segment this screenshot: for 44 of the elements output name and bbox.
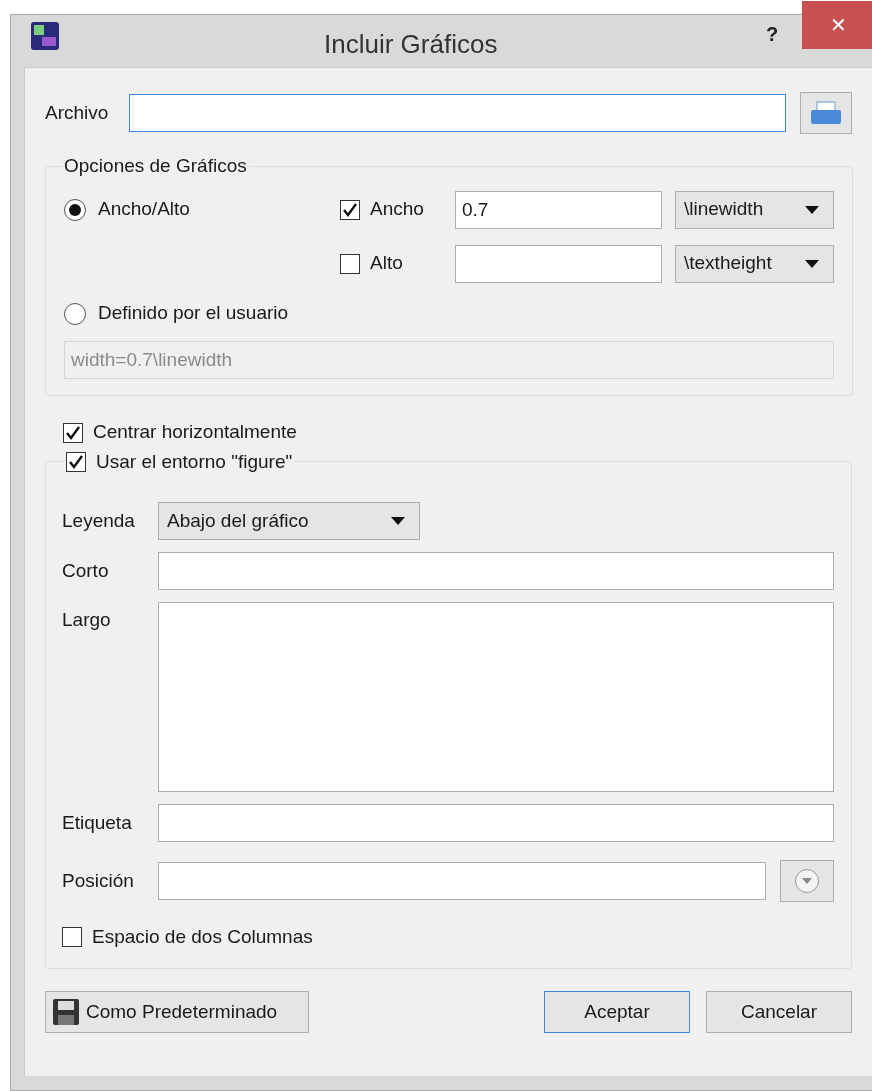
checkbox-label: Ancho	[370, 197, 424, 222]
checkbox[interactable]	[63, 422, 83, 443]
file-field[interactable]	[128, 94, 787, 132]
field-label: Leyenda	[62, 508, 136, 533]
down-circle-icon	[794, 868, 820, 894]
option-label: Definido por el usuario	[98, 301, 289, 326]
group-title: Opciones de Gráficos	[63, 154, 248, 178]
accept-button[interactable]: Aceptar	[544, 991, 690, 1033]
field-label: Posición	[62, 868, 135, 893]
radio-button[interactable]	[64, 198, 86, 221]
save-default-button[interactable]: Como Predeterminado	[45, 991, 309, 1033]
window-title: Incluir Gráficos	[324, 28, 498, 61]
option-label: Ancho/Alto	[98, 197, 190, 222]
dropdown[interactable]: Abajo del gráfico	[158, 502, 420, 540]
checkbox[interactable]	[62, 927, 82, 947]
checkbox-label: Alto	[370, 251, 403, 276]
help-button[interactable]: ?	[754, 17, 790, 51]
checkbox[interactable]	[340, 199, 360, 220]
menu-button[interactable]	[780, 860, 834, 902]
field-label: Largo	[62, 608, 112, 632]
text-field[interactable]	[158, 552, 834, 590]
cancel-button[interactable]: Cancelar	[706, 991, 852, 1033]
checkbox-label: Espacio de dos Columnas	[92, 924, 313, 949]
field-label: Corto	[62, 558, 110, 583]
checkbox-label: Usar el entorno "figure"	[96, 449, 293, 474]
checkbox-label: Centrar horizontalmente	[93, 420, 297, 445]
radio-button[interactable]	[64, 302, 86, 325]
text-field[interactable]	[158, 804, 834, 842]
size-field[interactable]	[455, 244, 662, 283]
field-label: Etiqueta	[62, 810, 133, 835]
checkbox[interactable]	[66, 451, 86, 472]
caret-icon	[805, 259, 819, 268]
printer-icon	[810, 101, 843, 125]
text-field[interactable]	[158, 862, 766, 900]
size-field[interactable]: 0.7	[455, 190, 662, 229]
caret-icon	[391, 517, 405, 525]
checkbox[interactable]	[340, 253, 360, 274]
dropdown[interactable]: \linewidth	[675, 190, 834, 229]
close-button[interactable]: ✕	[802, 1, 872, 49]
caret-icon	[805, 205, 819, 214]
browse-button[interactable]	[800, 92, 852, 134]
field-label: Archivo	[45, 100, 110, 125]
app-icon	[30, 21, 60, 51]
dropdown[interactable]: \textheight	[675, 244, 834, 283]
